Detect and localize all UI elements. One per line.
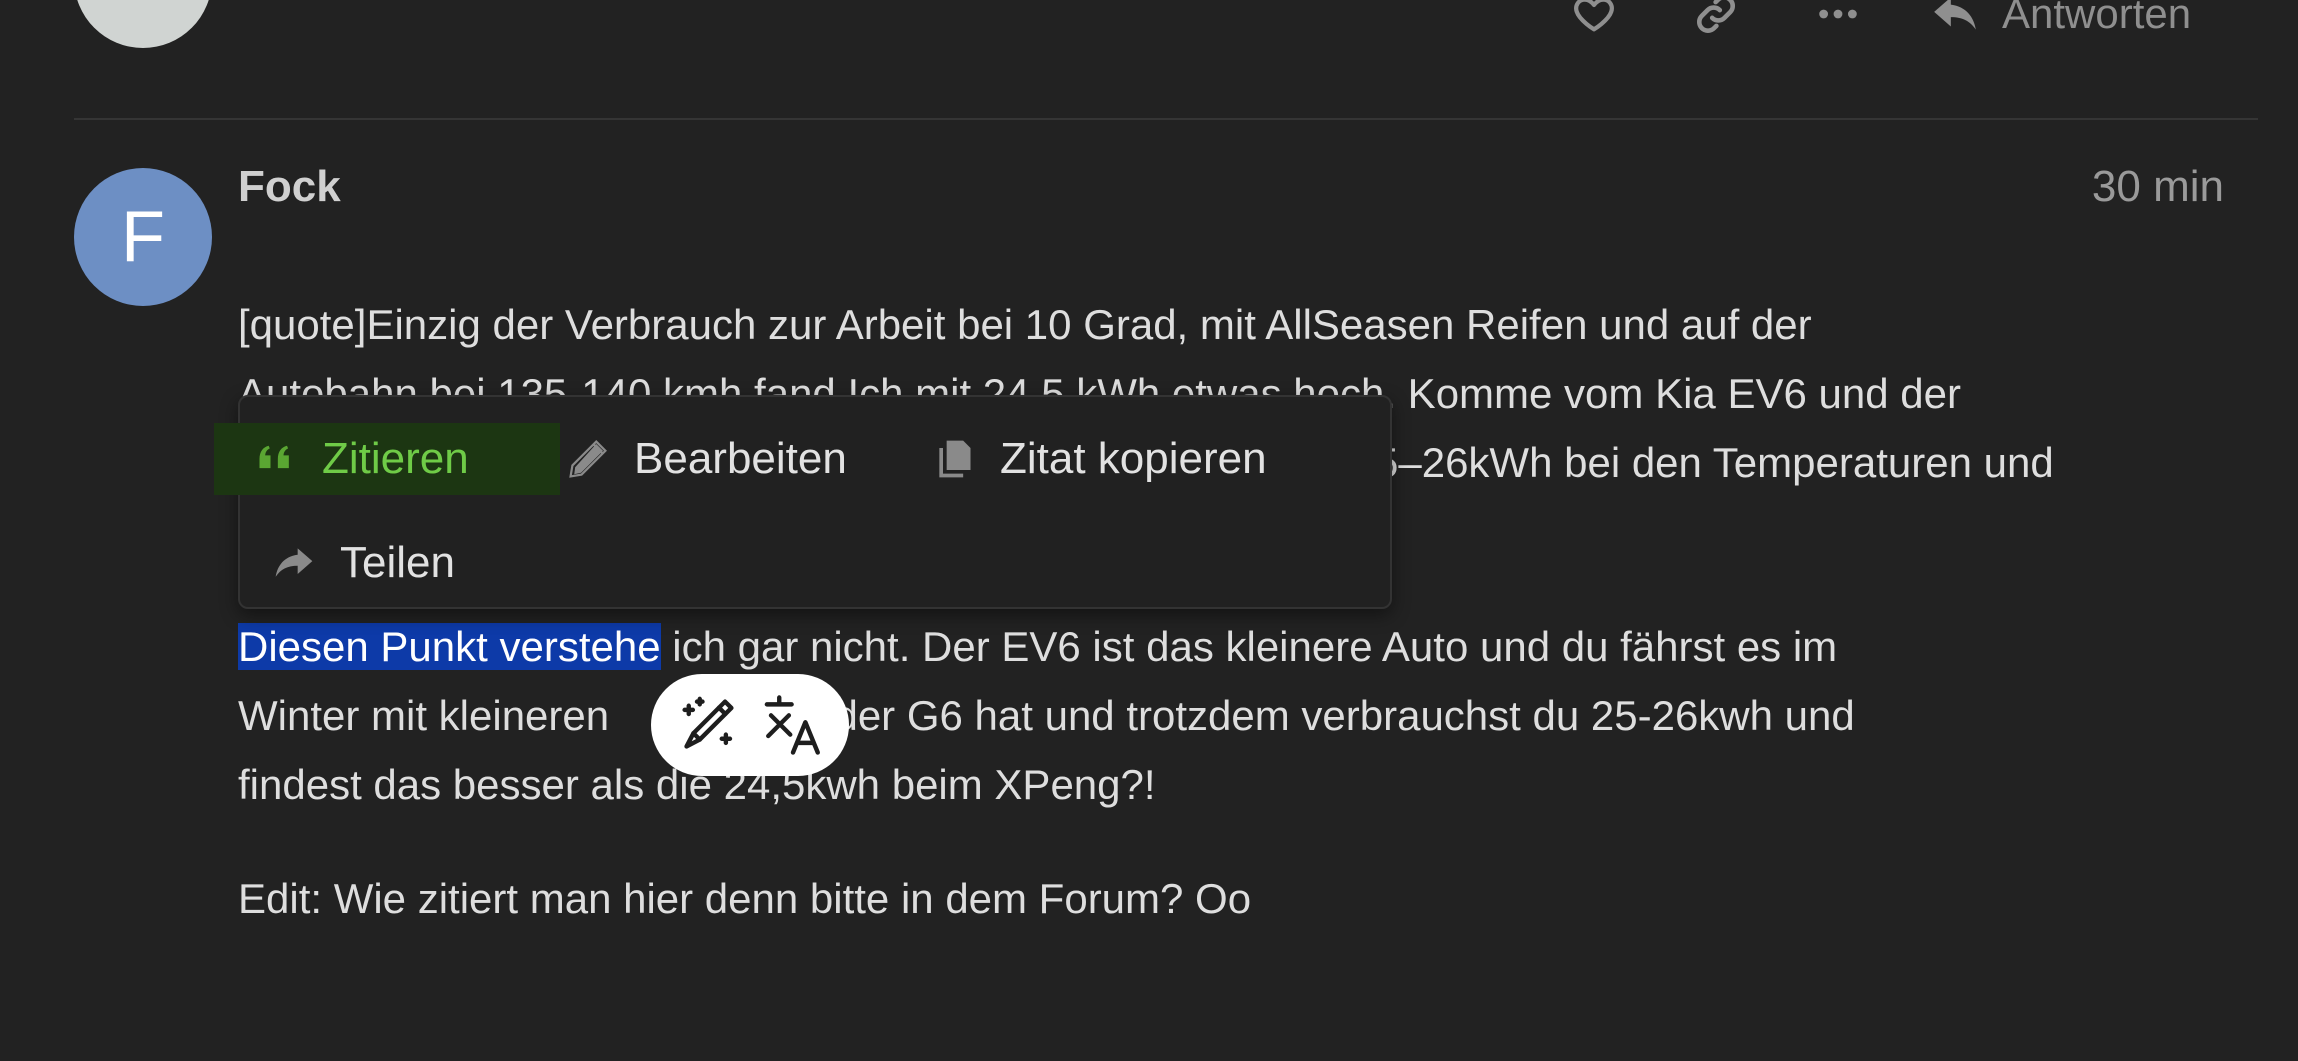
- floating-text-toolbar: [651, 674, 849, 776]
- copy-link-button[interactable]: [1690, 0, 1742, 40]
- avatar-letter: F: [121, 197, 165, 277]
- pencil-icon: [569, 440, 607, 478]
- previous-post-avatar[interactable]: [74, 0, 212, 48]
- ai-assist-button[interactable]: [672, 689, 744, 761]
- post-timestamp[interactable]: 30 min: [2040, 162, 2224, 212]
- post-line: [quote]Einzig der Verbrauch zur Arbeit b…: [238, 301, 1812, 348]
- ellipsis-icon: [1819, 9, 1857, 19]
- translate-icon: [764, 695, 820, 755]
- copy-icon: [939, 440, 971, 478]
- quote-label: Zitieren: [322, 434, 469, 483]
- copy-quote-button[interactable]: Zitat kopieren: [932, 423, 1267, 495]
- post-line: Diesen Punkt verstehe ich gar nicht. Der…: [238, 612, 1855, 681]
- more-button[interactable]: [1812, 0, 1864, 40]
- post-line: findest das besser als die 24,5kwh beim …: [238, 761, 1156, 808]
- selected-text: Diesen Punkt verstehe: [238, 623, 661, 670]
- post-paragraph-2: Diesen Punkt verstehe ich gar nicht. Der…: [238, 612, 1855, 819]
- edit-label: Bearbeiten: [634, 434, 847, 483]
- share-button[interactable]: Teilen: [272, 527, 455, 599]
- magic-wand-icon: [681, 696, 734, 749]
- post-paragraph-3: Edit: Wie zitiert man hier denn bitte in…: [238, 875, 1252, 922]
- share-icon: [275, 548, 313, 577]
- edit-button[interactable]: Bearbeiten: [566, 423, 847, 495]
- link-icon: [1696, 0, 1736, 34]
- avatar[interactable]: F: [74, 168, 212, 306]
- post-line: Winter mit kleineren als der G6 hat und t…: [238, 681, 1855, 750]
- post-username[interactable]: Fock: [238, 162, 341, 212]
- reply-label: Antworten: [2002, 0, 2192, 37]
- line-end: als der G6 hat und trotzdem verbrauchst …: [769, 692, 1855, 739]
- line-start: Winter mit kleineren: [238, 692, 610, 739]
- post-divider: [74, 118, 2258, 120]
- reply-button[interactable]: Antworten: [1930, 0, 2191, 40]
- copy-quote-label: Zitat kopieren: [1000, 434, 1267, 483]
- translate-button[interactable]: [757, 689, 829, 761]
- share-label: Teilen: [340, 538, 455, 587]
- like-button[interactable]: [1568, 0, 1620, 40]
- quote-icon: [259, 445, 289, 469]
- reply-icon: [1934, 0, 1976, 30]
- heart-icon: [1574, 0, 1614, 32]
- quote-button[interactable]: Zitieren: [214, 423, 560, 495]
- quote-selection-menu: Zitieren Bearbeiten Zitat kopieren Teile…: [214, 395, 1392, 609]
- line-rest: ich gar nicht. Der EV6 ist das kleinere …: [660, 623, 1838, 670]
